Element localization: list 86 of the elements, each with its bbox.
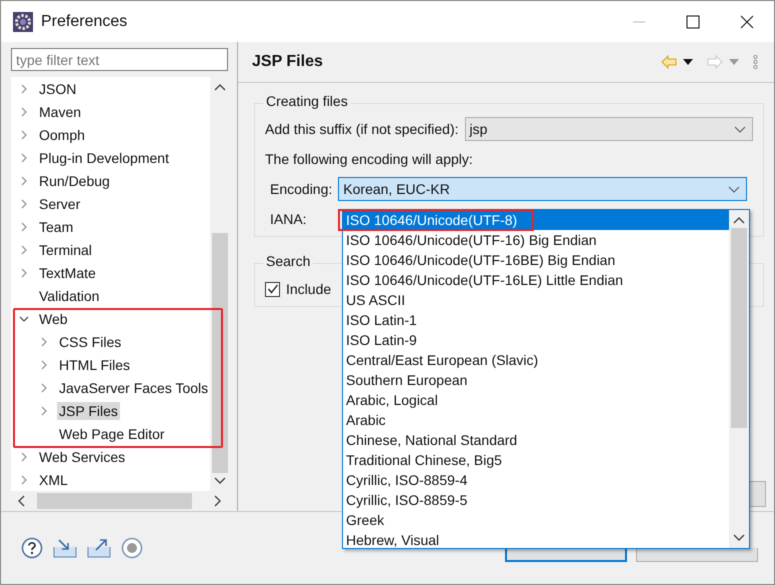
encoding-option[interactable]: ISO 10646/Unicode(UTF-16) Big Endian (343, 230, 729, 250)
encoding-option[interactable]: ISO 10646/Unicode(UTF-16BE) Big Endian (343, 250, 729, 270)
group-title: Search (263, 253, 314, 269)
chevron-down-icon[interactable] (19, 314, 29, 324)
tree-item[interactable]: JavaServer Faces Tools (57, 378, 210, 396)
suffix-dropdown[interactable]: jsp (464, 117, 753, 141)
chevron-right-icon[interactable] (19, 106, 29, 116)
group-title: Creating files (263, 93, 351, 109)
chevron-down-icon (734, 126, 746, 133)
encoding-option[interactable]: Traditional Chinese, Big5 (343, 450, 729, 470)
button-edge[interactable] (505, 548, 627, 562)
tree-item[interactable]: Web Services (37, 448, 128, 466)
encoding-option[interactable]: Greek (343, 510, 729, 530)
encoding-option[interactable]: ISO 10646/Unicode(UTF-16LE) Little Endian (343, 270, 729, 290)
encoding-option[interactable]: Cyrillic, ISO-8859-4 (343, 470, 729, 490)
back-arrow-icon[interactable] (661, 55, 677, 69)
tree-item[interactable]: HTML Files (57, 356, 132, 374)
tree-item[interactable]: Web Page Editor (57, 424, 167, 442)
field-label: Encoding: (270, 181, 332, 197)
chevron-right-icon[interactable] (39, 406, 49, 416)
scroll-left-icon[interactable] (17, 495, 25, 507)
chevron-down-icon (728, 186, 740, 193)
chevron-right-icon[interactable] (19, 152, 29, 162)
window-title: Preferences (41, 12, 128, 30)
button-edge[interactable] (636, 548, 758, 562)
tree-item[interactable]: Server (37, 194, 82, 212)
tree-item[interactable]: JSON (37, 80, 78, 98)
field-label: IANA: (270, 211, 307, 227)
encoding-dropdown[interactable]: Korean, EUC-KR (338, 177, 747, 201)
encoding-note: The following encoding will apply: (265, 151, 473, 167)
record-icon[interactable] (121, 537, 143, 559)
encoding-option[interactable]: Cyrillic, ISO-8859-5 (343, 490, 729, 510)
encoding-option[interactable]: Arabic (343, 410, 729, 430)
chevron-right-icon[interactable] (19, 244, 29, 254)
chevron-right-icon[interactable] (19, 222, 29, 232)
dropdown-icon[interactable] (683, 59, 693, 65)
chevron-right-icon[interactable] (19, 130, 29, 140)
chevron-right-icon[interactable] (39, 360, 49, 370)
import-icon[interactable] (53, 538, 77, 558)
encoding-option[interactable]: Southern European (343, 370, 729, 390)
maximize-icon[interactable] (686, 14, 700, 28)
encoding-option[interactable]: ISO Latin-1 (343, 310, 729, 330)
encoding-option[interactable]: Central/East European (Slavic) (343, 350, 729, 370)
button-edge[interactable] (749, 481, 766, 507)
chevron-right-icon[interactable] (19, 198, 29, 208)
encoding-option[interactable]: Hebrew, Visual (343, 530, 729, 550)
scroll-down-icon[interactable] (214, 477, 226, 485)
close-icon[interactable] (740, 14, 754, 28)
export-icon[interactable] (87, 538, 111, 558)
page-title: JSP Files (252, 53, 323, 71)
gear-icon (13, 12, 33, 32)
tree-item[interactable]: XML (37, 470, 70, 488)
tree-item[interactable]: Terminal (37, 240, 94, 258)
chevron-right-icon[interactable] (19, 452, 29, 462)
tree-item[interactable]: Validation (37, 286, 102, 304)
tree-item[interactable]: TextMate (37, 264, 98, 282)
tree-item[interactable]: Maven (37, 102, 84, 120)
list-scrollbar[interactable] (729, 210, 749, 548)
scroll-down-icon[interactable] (733, 534, 745, 542)
chevron-right-icon[interactable] (19, 268, 29, 278)
chevron-right-icon[interactable] (39, 336, 49, 346)
encoding-option[interactable]: Arabic, Logical (343, 390, 729, 410)
field-label: Add this suffix (if not specified): (265, 121, 458, 137)
encoding-option[interactable]: Chinese, National Standard (343, 430, 729, 450)
checkbox[interactable] (265, 282, 280, 296)
tree-item[interactable]: JSP Files (57, 402, 120, 420)
tree-item[interactable]: CSS Files (57, 332, 124, 350)
chevron-right-icon[interactable] (19, 474, 29, 484)
encoding-option[interactable]: US ASCII (343, 290, 729, 310)
scroll-up-icon[interactable] (733, 216, 745, 224)
chevron-right-icon[interactable] (19, 176, 29, 186)
encoding-option[interactable]: ISO Latin-9 (343, 330, 729, 350)
filter-field[interactable]: type filter text (11, 48, 228, 71)
help-icon[interactable] (21, 537, 43, 559)
more-icon[interactable] (753, 55, 758, 69)
tree-item[interactable]: Oomph (37, 126, 87, 144)
tree-item[interactable]: Team (37, 218, 76, 236)
checkbox-label[interactable]: Include (286, 281, 332, 297)
scroll-up-icon[interactable] (214, 83, 226, 91)
chevron-right-icon[interactable] (19, 84, 29, 94)
chevron-right-icon[interactable] (39, 382, 49, 392)
tree-item[interactable]: Web (37, 310, 70, 328)
forward-arrow-icon[interactable] (707, 55, 723, 69)
tree-item[interactable]: Plug-in Development (37, 148, 171, 166)
scroll-right-icon[interactable] (214, 495, 222, 507)
tree-item[interactable]: Run/Debug (37, 172, 112, 190)
